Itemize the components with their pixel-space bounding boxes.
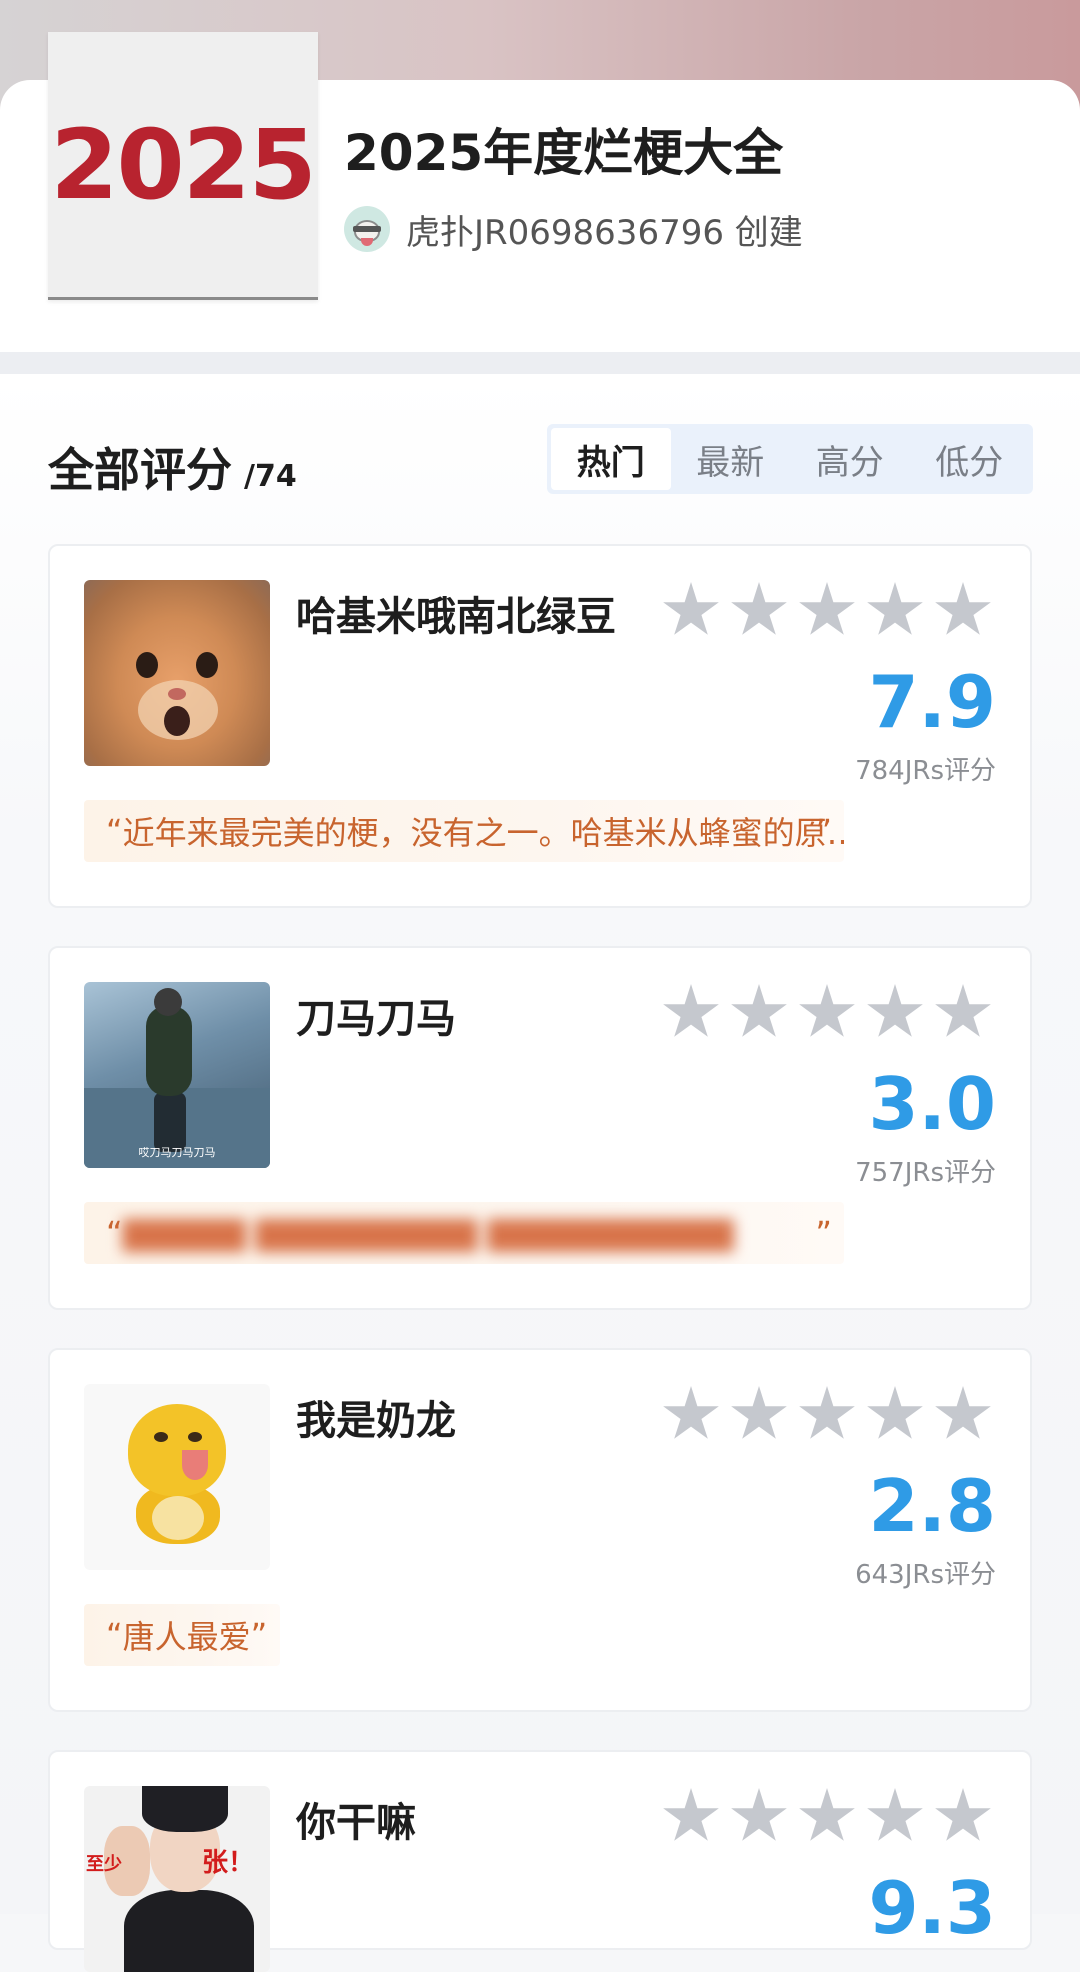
star-icon[interactable]: [731, 1386, 787, 1439]
top-comment-blurred[interactable]: “▇▇▇▇▇ ▇▇▇▇▇▇▇▇▇ ▇▇▇▇▇▇▇▇▇▇ ”: [84, 1202, 844, 1264]
star-icon[interactable]: [867, 1788, 923, 1841]
creator-avatar-icon[interactable]: [344, 206, 390, 252]
star-icon[interactable]: [663, 1788, 719, 1841]
dancing-figure-icon: 哎刀马刀马刀马: [84, 982, 270, 1168]
tab-hot[interactable]: 热门: [551, 428, 671, 490]
score-value: 2.8: [868, 1464, 996, 1548]
tab-high-score[interactable]: 高分: [790, 428, 910, 490]
card-title: 你干嘛: [296, 1800, 416, 1846]
star-icon[interactable]: [799, 582, 855, 635]
score-value: 3.0: [868, 1062, 996, 1146]
thumb-text: 张！: [202, 1848, 255, 1878]
quote-close-mark: ”: [815, 1214, 832, 1252]
yellow-duck-icon: [84, 1384, 270, 1570]
star-icon[interactable]: [731, 582, 787, 635]
star-icon[interactable]: [663, 1386, 719, 1439]
thumb-text: 至少: [86, 1854, 122, 1875]
comment-text: 近年来最完美的梗，没有之一。哈基米从蜂蜜的原…: [122, 814, 844, 852]
quote-open-mark: “: [106, 812, 123, 850]
cover-year-text: 2025: [50, 108, 317, 221]
star-icon[interactable]: [935, 582, 991, 635]
card-title: 刀马刀马: [296, 996, 456, 1042]
rater-count: 757JRs评分: [855, 1158, 996, 1188]
star-icon[interactable]: [867, 984, 923, 1037]
rater-count: 784JRs评分: [855, 756, 996, 786]
rating-card[interactable]: 我是奶龙 2.8 643JRs评分 “唐人最爱”: [48, 1348, 1032, 1712]
star-icon[interactable]: [935, 984, 991, 1037]
section-divider: [0, 352, 1080, 374]
star-icon[interactable]: [663, 984, 719, 1037]
star-rating[interactable]: [662, 984, 1002, 1042]
rating-card[interactable]: 哈基米哦南北绿豆 7.9 784JRs评分 “近年来最完美的梗，没有之一。哈基米…: [48, 544, 1032, 908]
card-title: 哈基米哦南北绿豆: [296, 594, 616, 640]
surprised-cat-icon: [84, 580, 270, 766]
quote-open-mark: “: [106, 1616, 123, 1654]
star-icon[interactable]: [731, 984, 787, 1037]
ratings-title: 全部评分: [48, 443, 232, 497]
rater-count: 643JRs评分: [855, 1560, 996, 1590]
star-icon[interactable]: [935, 1788, 991, 1841]
star-icon[interactable]: [799, 1386, 855, 1439]
quote-close-mark: ”: [815, 812, 832, 850]
score-value: 7.9: [868, 660, 996, 744]
star-rating[interactable]: [662, 582, 1002, 640]
star-icon[interactable]: [799, 1788, 855, 1841]
ratings-heading: 全部评分 /74: [48, 434, 297, 500]
top-comment[interactable]: “近年来最完美的梗，没有之一。哈基米从蜂蜜的原…”: [84, 800, 844, 862]
creator-name[interactable]: 虎扑JR0698636796 创建: [406, 205, 803, 254]
comment-text: 唐人最爱: [122, 1618, 251, 1656]
thumb-caption: 哎刀马刀马刀马: [138, 1146, 216, 1159]
star-rating[interactable]: [662, 1788, 1002, 1846]
star-icon[interactable]: [935, 1386, 991, 1439]
censored-comment-text: ▇▇▇▇▇ ▇▇▇▇▇▇▇▇▇ ▇▇▇▇▇▇▇▇▇▇: [122, 1214, 734, 1252]
top-comment[interactable]: “唐人最爱”: [84, 1604, 280, 1666]
tab-low-score[interactable]: 低分: [910, 428, 1030, 490]
idol-boy-icon: 至少 张！: [84, 1786, 270, 1972]
star-icon[interactable]: [731, 1788, 787, 1841]
rating-card[interactable]: 哎刀马刀马刀马 刀马刀马 3.0 757JRs评分 “▇▇▇▇▇ ▇▇▇▇▇▇▇…: [48, 946, 1032, 1310]
score-value: 9.3: [868, 1866, 996, 1950]
quote-close-mark: ”: [250, 1616, 268, 1654]
creator-info[interactable]: 虎扑JR0698636796 创建: [344, 203, 803, 255]
star-rating[interactable]: [662, 1386, 1002, 1444]
star-icon[interactable]: [867, 582, 923, 635]
list-cover-image: 2025: [48, 32, 318, 300]
star-icon[interactable]: [663, 582, 719, 635]
quote-open-mark: “: [106, 1214, 123, 1252]
rating-card[interactable]: 至少 张！ 你干嘛 9.3: [48, 1750, 1032, 1972]
sort-tabs: 热门 最新 高分 低分: [547, 424, 1033, 494]
list-title: 2025年度烂梗大全: [344, 124, 784, 182]
tab-latest[interactable]: 最新: [671, 428, 791, 490]
ratings-count: /74: [244, 459, 297, 494]
star-icon[interactable]: [799, 984, 855, 1037]
star-icon[interactable]: [867, 1386, 923, 1439]
card-title: 我是奶龙: [296, 1398, 456, 1444]
ratings-section: 全部评分 /74 热门 最新 高分 低分 哈基米哦南北绿豆 7.9 784JRs…: [0, 374, 1080, 1972]
